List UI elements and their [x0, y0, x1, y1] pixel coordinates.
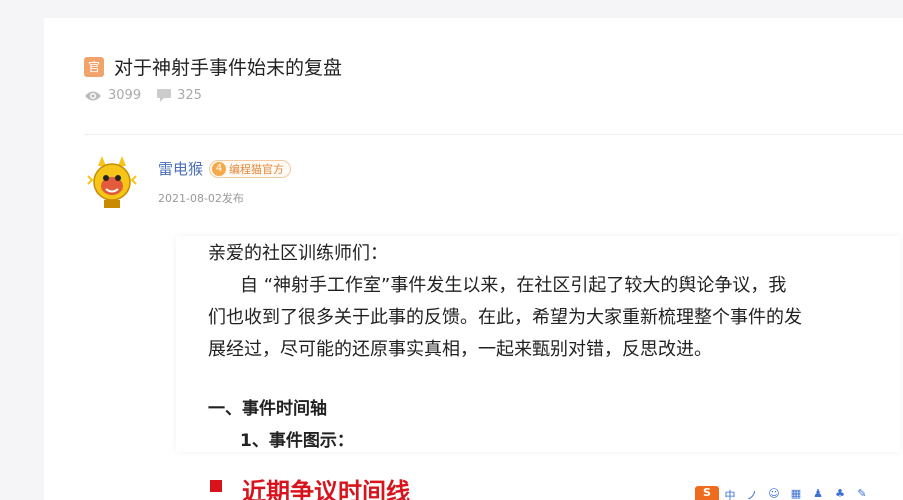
author-info: 雷电猴 4 编程猫官方 — [158, 158, 292, 179]
skin-icon[interactable]: ♣ — [829, 487, 851, 500]
views-count: 3099 — [108, 88, 142, 103]
comments-stat: 325 — [157, 88, 202, 103]
sogou-icon[interactable]: S — [695, 486, 719, 500]
punctuation-icon[interactable]: ノ — [741, 487, 763, 500]
subsection-heading: 1、事件图示： — [240, 431, 354, 451]
post-stats: 3099 325 — [84, 88, 218, 103]
red-square-icon — [210, 480, 222, 492]
author-name[interactable]: 雷电猴 — [158, 158, 203, 179]
paragraph-line: 们也收到了很多关于此事的反馈。在此，希望为大家重新梳理整个事件的发 — [208, 307, 802, 328]
divider — [84, 134, 903, 135]
timeline-heading: 近期争议时间线 — [242, 478, 410, 500]
comment-icon — [157, 89, 172, 102]
publish-date: 2021-08-02发布 — [158, 192, 244, 205]
section-heading: 一、事件时间轴 — [208, 399, 327, 419]
greeting: 亲爱的社区训练师们： — [208, 243, 388, 264]
page-title: 对于神射手事件始末的复盘 — [114, 57, 343, 79]
user-icon[interactable]: ♟ — [807, 487, 829, 500]
paragraph-line: 自 “神射手工作室”事件发生以来，在社区引起了较大的舆论争议，我 — [240, 275, 787, 296]
avatar[interactable] — [84, 154, 140, 210]
article-image: 亲爱的社区训练师们： 自 “神射手工作室”事件发生以来，在社区引起了较大的舆论争… — [176, 236, 900, 452]
official-tag: 4 编程猫官方 — [209, 159, 292, 178]
level-icon: 4 — [212, 161, 227, 176]
paragraph-line: 展经过，尽可能的还原事实真相，一起来甄别对错，反思改进。 — [208, 339, 712, 360]
settings-icon[interactable]: ✎ — [851, 487, 873, 500]
intro-paragraph: 自 “神射手工作室”事件发生以来，在社区引起了较大的舆论争议，我 们也收到了很多… — [208, 270, 868, 366]
keyboard-icon[interactable]: ▦ — [785, 487, 807, 500]
official-tag-label: 编程猫官方 — [229, 162, 285, 176]
chinese-mode-icon[interactable]: 中 — [719, 487, 741, 500]
emoji-icon[interactable]: ☺ — [763, 487, 785, 500]
official-badge: 官 — [84, 56, 104, 77]
ime-toolbar[interactable]: S 中 ノ ☺ ▦ ♟ ♣ ✎ — [695, 486, 873, 500]
timeline-image: 近期争议时间线 S 中 ノ ☺ ▦ ♟ ♣ ✎ — [164, 458, 903, 500]
views-stat: 3099 — [84, 88, 141, 103]
title-row: 官 对于神射手事件始末的复盘 — [84, 53, 342, 80]
comments-count: 325 — [177, 88, 202, 103]
eye-icon — [85, 91, 101, 100]
